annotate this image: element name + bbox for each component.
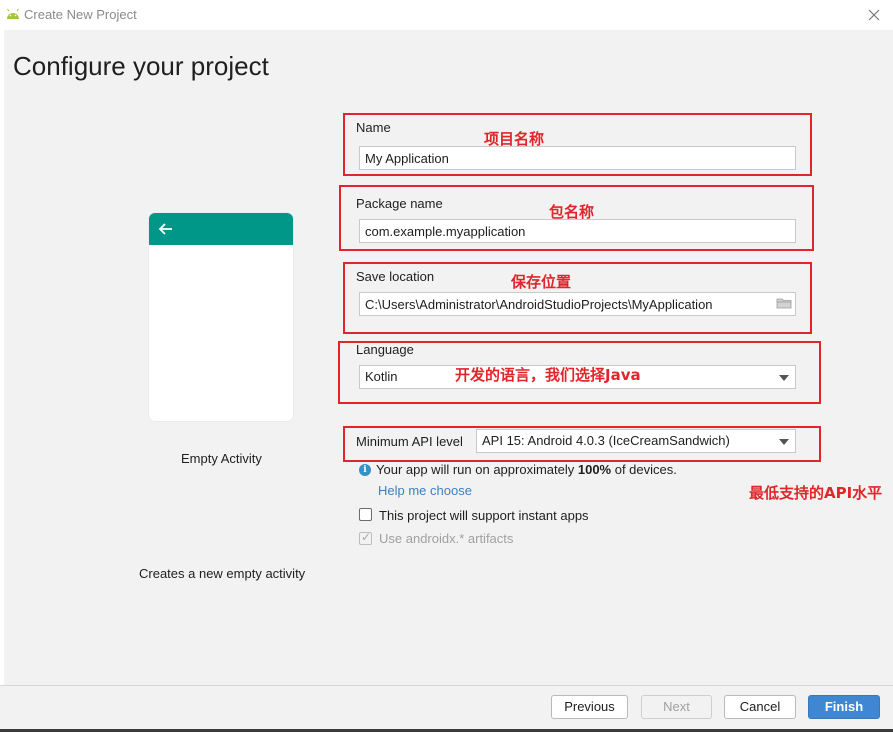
annotation-package: 包名称 bbox=[549, 203, 595, 221]
template-name: Empty Activity bbox=[181, 451, 262, 466]
package-name-label: Package name bbox=[356, 196, 443, 211]
name-label: Name bbox=[356, 120, 391, 135]
annotation-language: 开发的语言，我们选择Java bbox=[455, 366, 641, 384]
language-label: Language bbox=[356, 342, 414, 357]
template-preview bbox=[149, 213, 293, 421]
folder-icon[interactable] bbox=[776, 296, 792, 310]
save-location-field bbox=[359, 292, 796, 316]
check-icon: ✓ bbox=[361, 530, 372, 544]
preview-appbar bbox=[149, 213, 293, 245]
save-location-label: Save location bbox=[356, 269, 435, 284]
package-name-input[interactable] bbox=[359, 219, 796, 243]
name-input[interactable] bbox=[359, 146, 796, 170]
min-api-value: API 15: Android 4.0.3 (IceCreamSandwich) bbox=[482, 433, 730, 448]
androidx-checkbox: ✓ bbox=[359, 530, 372, 545]
info-icon: i bbox=[359, 464, 371, 476]
title-bar: Create New Project bbox=[0, 0, 893, 30]
window-title: Create New Project bbox=[24, 7, 137, 22]
cancel-button[interactable]: Cancel bbox=[724, 695, 796, 719]
device-coverage-text: Your app will run on approximately 100% … bbox=[376, 462, 677, 477]
androidx-label: Use androidx.* artifacts bbox=[379, 531, 514, 546]
chevron-down-icon bbox=[779, 375, 789, 381]
content-area bbox=[4, 30, 893, 685]
help-me-choose-link[interactable]: Help me choose bbox=[378, 483, 472, 498]
finish-button[interactable]: Finish bbox=[808, 695, 880, 719]
instant-apps-checkbox[interactable] bbox=[359, 508, 372, 521]
instant-apps-label[interactable]: This project will support instant apps bbox=[379, 508, 589, 523]
back-arrow-icon bbox=[158, 223, 172, 235]
coverage-percent: 100% bbox=[577, 462, 612, 477]
min-api-dropdown[interactable]: API 15: Android 4.0.3 (IceCreamSandwich) bbox=[476, 429, 796, 453]
close-icon bbox=[868, 9, 880, 21]
annotation-name: 项目名称 bbox=[484, 130, 545, 148]
chevron-down-icon bbox=[779, 439, 789, 445]
annotation-save-location: 保存位置 bbox=[511, 273, 572, 291]
template-description: Creates a new empty activity bbox=[139, 566, 306, 581]
android-icon bbox=[7, 8, 19, 19]
save-location-input[interactable] bbox=[359, 292, 796, 316]
close-button[interactable] bbox=[863, 4, 885, 26]
language-value: Kotlin bbox=[365, 369, 398, 384]
previous-button[interactable]: Previous bbox=[551, 695, 628, 719]
page-title: Configure your project bbox=[13, 51, 269, 81]
next-button: Next bbox=[641, 695, 712, 719]
annotation-min-api: 最低支持的API水平 bbox=[749, 484, 883, 502]
min-api-label: Minimum API level bbox=[356, 434, 463, 449]
